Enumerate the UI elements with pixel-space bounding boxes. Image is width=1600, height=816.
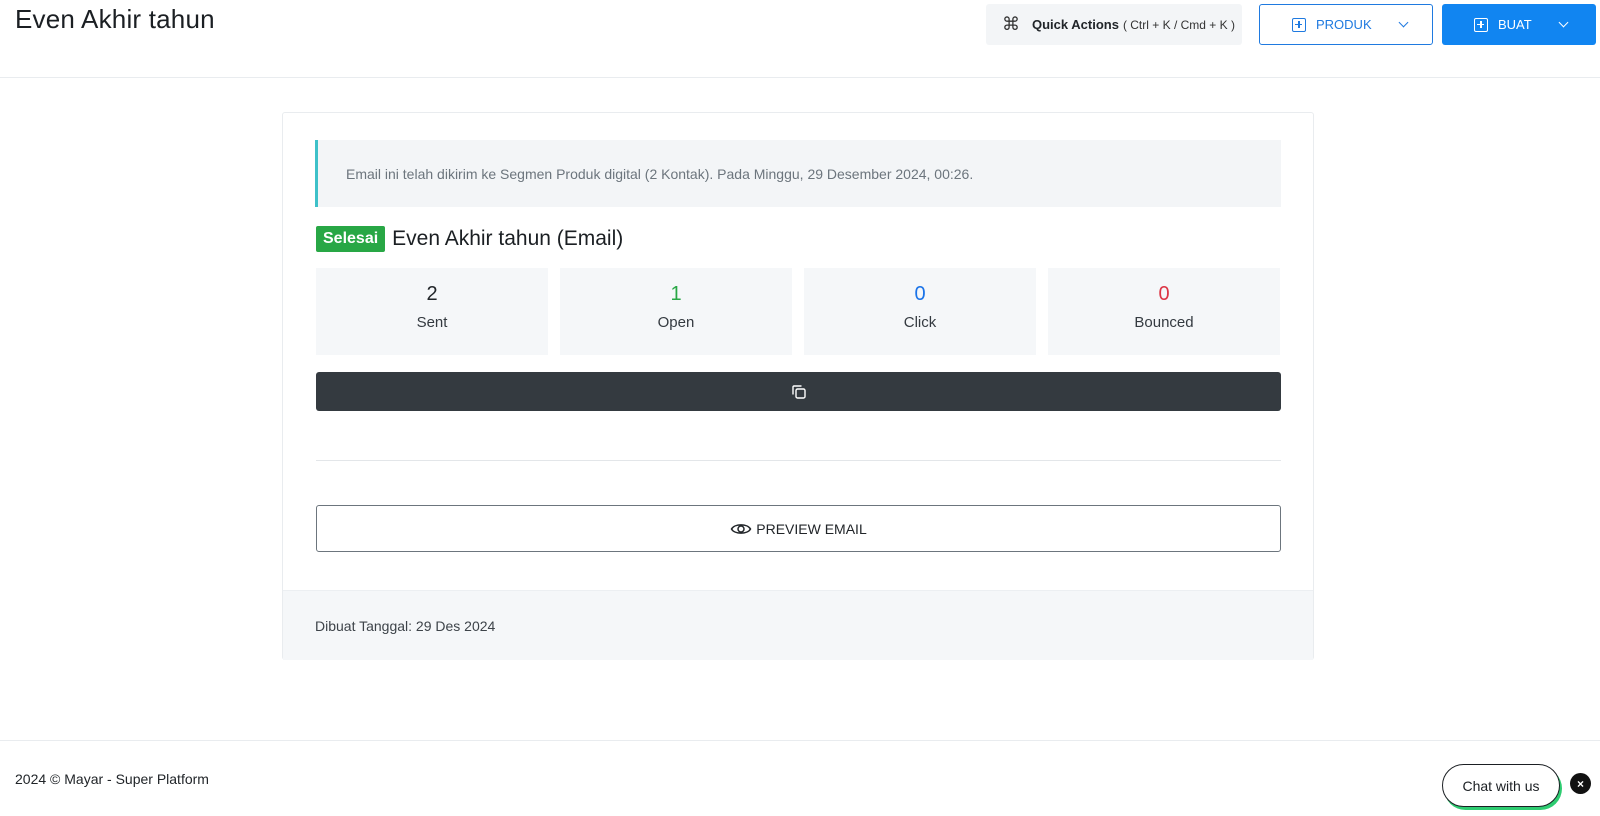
chevron-down-icon <box>1398 17 1409 28</box>
sent-info-alert: Email ini telah dikirim ke Segmen Produk… <box>315 140 1281 207</box>
campaign-title: Even Akhir tahun (Email) <box>392 227 624 250</box>
chat-with-us-button[interactable]: Chat with us <box>1442 764 1560 807</box>
quick-actions-label: Quick Actions <box>1032 17 1119 32</box>
stat-open-value: 1 <box>670 283 682 305</box>
stat-open: 1 Open <box>560 268 792 355</box>
campaign-card: Email ini telah dikirim ke Segmen Produk… <box>282 112 1314 660</box>
stat-bounced-value: 0 <box>1158 283 1170 305</box>
preview-email-button[interactable]: PREVIEW EMAIL <box>316 505 1281 552</box>
stat-click-label: Click <box>903 314 937 331</box>
command-icon: ⌘ <box>1002 14 1020 34</box>
page-footer: 2024 © Mayar - Super Platform Chat with … <box>0 740 1600 816</box>
status-badge: Selesai <box>316 226 386 252</box>
quick-actions-shortcut: ( Ctrl + K / Cmd + K ) <box>1122 17 1235 32</box>
produk-label: PRODUK <box>1316 17 1372 32</box>
preview-email-label: PREVIEW EMAIL <box>756 520 867 537</box>
stat-bounced-label: Bounced <box>1134 314 1194 331</box>
quick-actions-button[interactable]: ⌘ Quick Actions ( Ctrl + K / Cmd + K ) <box>986 4 1242 45</box>
top-header: Even Akhir tahun ⌘ Quick Actions ( Ctrl … <box>0 0 1600 78</box>
stat-sent: 2 Sent <box>316 268 548 355</box>
campaign-title-row: Selesai Even Akhir tahun (Email) <box>316 226 623 252</box>
buat-label: BUAT <box>1498 17 1532 32</box>
close-icon[interactable]: × <box>1570 773 1591 794</box>
stat-sent-label: Sent <box>416 314 448 331</box>
copy-button[interactable] <box>316 372 1281 411</box>
buat-dropdown-button[interactable]: BUAT <box>1442 4 1596 45</box>
eye-icon <box>730 523 752 534</box>
chat-label: Chat with us <box>1462 777 1540 794</box>
stat-open-label: Open <box>657 314 695 331</box>
stat-sent-value: 2 <box>426 283 438 305</box>
plus-square-icon <box>1474 17 1488 32</box>
section-divider <box>316 460 1281 461</box>
copyright-text: 2024 © Mayar - Super Platform <box>15 771 209 787</box>
produk-dropdown-button[interactable]: PRODUK <box>1259 4 1433 45</box>
stat-click-value: 0 <box>914 283 926 305</box>
card-footer: Dibuat Tanggal: 29 Des 2024 <box>283 590 1313 660</box>
copy-icon <box>791 384 806 399</box>
plus-square-icon <box>1292 17 1306 32</box>
chevron-down-icon <box>1558 17 1569 28</box>
created-date: Dibuat Tanggal: 29 Des 2024 <box>315 617 496 634</box>
stat-click: 0 Click <box>804 268 1036 355</box>
stat-bounced: 0 Bounced <box>1048 268 1280 355</box>
page-title: Even Akhir tahun <box>15 4 215 34</box>
alert-text: Email ini telah dikirim ke Segmen Produk… <box>346 165 974 182</box>
stats-row: 2 Sent 1 Open 0 Click 0 Bounced <box>316 268 1280 355</box>
